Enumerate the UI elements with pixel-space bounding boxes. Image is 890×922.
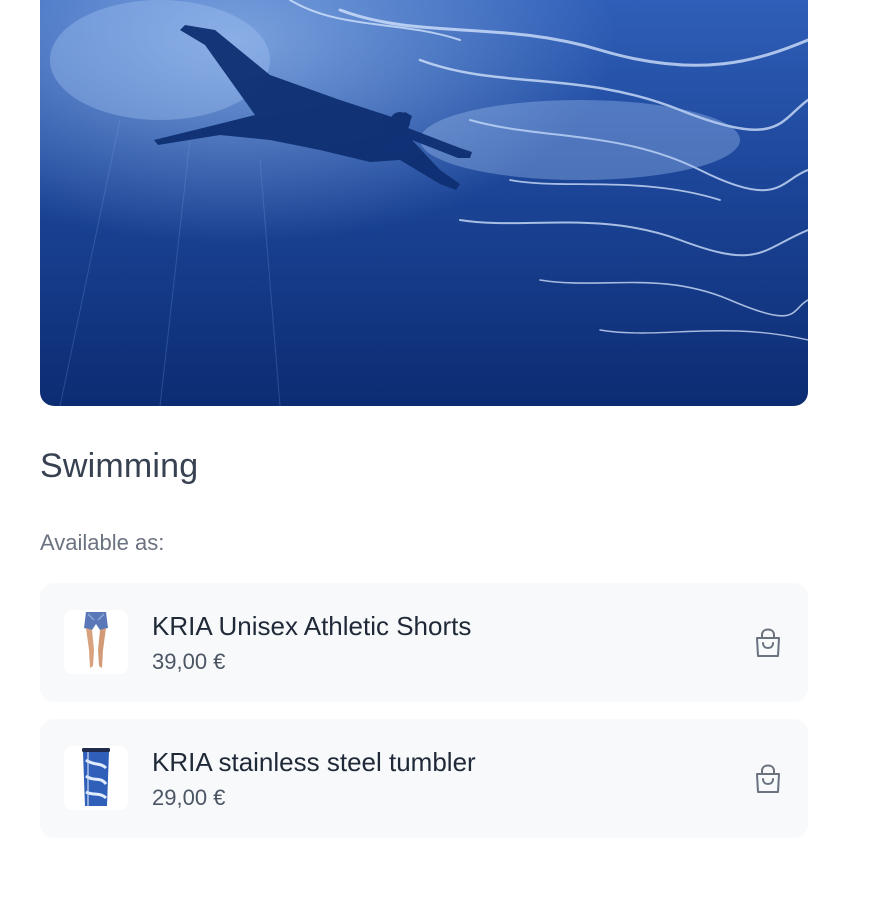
shopping-bag-icon xyxy=(756,764,780,793)
hero-image xyxy=(40,0,808,406)
product-card-shorts[interactable]: KRIA Unisex Athletic Shorts 39,00 € xyxy=(40,583,808,702)
add-to-cart-button[interactable] xyxy=(750,761,786,797)
shopping-bag-icon xyxy=(756,628,780,657)
athletic-shorts-thumbnail xyxy=(64,610,128,674)
available-as-label: Available as: xyxy=(40,530,165,555)
page-title: Swimming xyxy=(40,447,199,485)
add-to-cart-button[interactable] xyxy=(750,625,786,661)
product-price: 29,00 € xyxy=(152,785,226,810)
product-card-tumbler[interactable]: KRIA stainless steel tumbler 29,00 € xyxy=(40,719,808,838)
product-name[interactable]: KRIA Unisex Athletic Shorts xyxy=(152,609,471,643)
product-name[interactable]: KRIA stainless steel tumbler xyxy=(152,745,476,779)
tumbler-thumbnail xyxy=(64,746,128,810)
product-price: 39,00 € xyxy=(152,649,226,674)
